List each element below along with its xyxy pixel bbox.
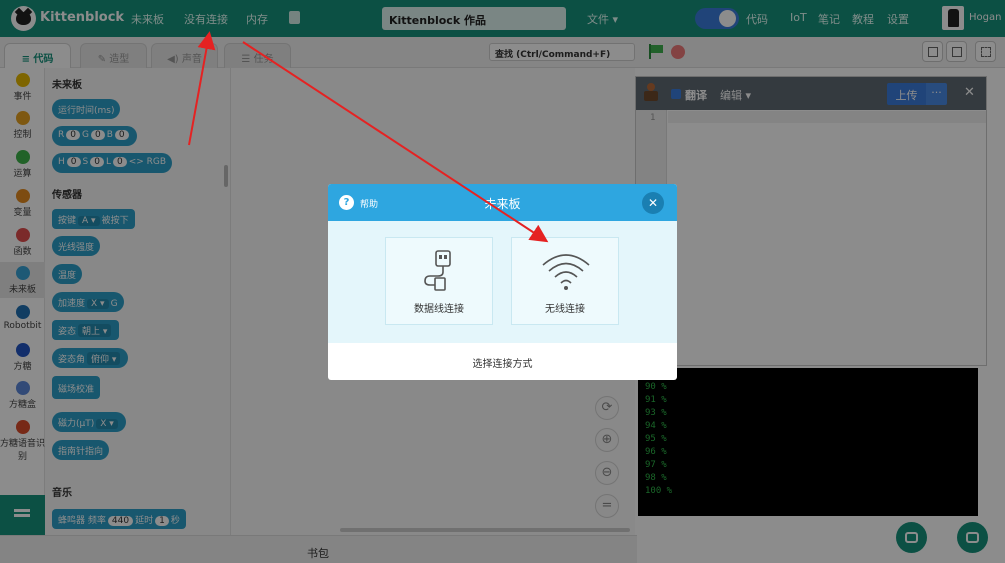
modal-close-icon[interactable]: ✕ [642, 192, 664, 214]
connection-modal: ? 帮助 未来板 ✕ 数据线连接 无线连接 选择连接方式 [328, 184, 677, 380]
usb-connect-label: 数据线连接 [414, 304, 464, 315]
wireless-connect-option[interactable]: 无线连接 [511, 237, 619, 325]
usb-connect-option[interactable]: 数据线连接 [385, 237, 493, 325]
modal-body: 数据线连接 无线连接 [328, 221, 677, 343]
modal-header: ? 帮助 未来板 ✕ [328, 184, 677, 221]
usb-cable-icon [424, 250, 451, 291]
app-root: Kittenblock 未来板 没有连接 内存 Kittenblock 作品 文… [0, 0, 1005, 563]
wifi-icon [542, 254, 590, 290]
modal-title: 未来板 [484, 197, 521, 211]
wireless-connect-label: 无线连接 [545, 304, 585, 315]
modal-footer: 选择连接方式 [472, 359, 533, 370]
